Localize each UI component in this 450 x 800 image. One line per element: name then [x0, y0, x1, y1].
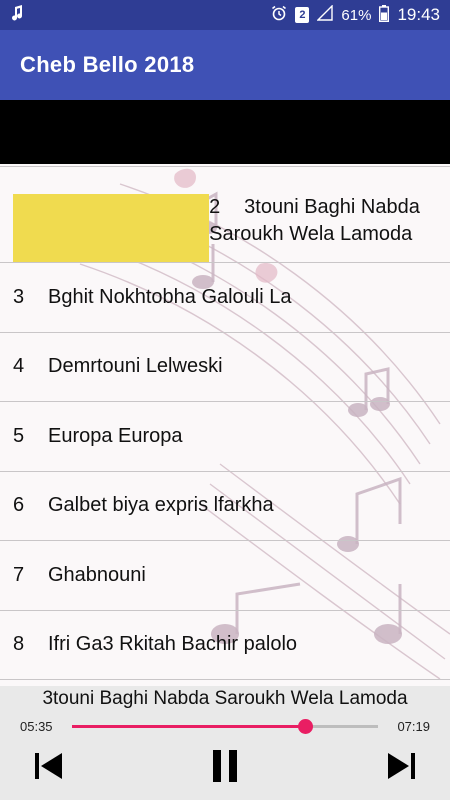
- active-highlight: [13, 194, 210, 262]
- sim-icon: 2: [295, 7, 310, 23]
- seek-bar[interactable]: [72, 719, 378, 734]
- app-bar: Cheb Bello 2018: [0, 30, 450, 100]
- list-item[interactable]: 3 Bghit Nokhtobha Galouli La: [0, 263, 450, 333]
- track-number: 6: [13, 494, 25, 517]
- signal-icon: [316, 4, 334, 25]
- list-item[interactable]: 2 3touni Baghi Nabda Saroukh Wela Lamoda: [0, 166, 450, 263]
- track-number: 5: [13, 424, 25, 447]
- track-number: 3: [13, 285, 25, 308]
- list-item[interactable]: 8 Ifri Ga3 Rkitah Bachir palolo: [0, 611, 450, 680]
- track-title: Europa Europa: [48, 424, 183, 447]
- active-track-text: 2 3touni Baghi Nabda Saroukh Wela Lamoda: [209, 194, 450, 248]
- seek-thumb[interactable]: [298, 719, 314, 734]
- now-playing-title: 3touni Baghi Nabda Saroukh Wela Lamoda: [42, 688, 408, 709]
- track-number: 2: [209, 196, 221, 218]
- list-item[interactable]: 5 Europa Europa: [0, 402, 450, 472]
- battery-level: 61%: [341, 6, 372, 24]
- battery-icon: [379, 4, 390, 26]
- status-time: 19:43: [397, 5, 440, 24]
- previous-button[interactable]: [28, 746, 68, 786]
- music-note-icon: [10, 4, 24, 26]
- list-item[interactable]: 7 Ghabnouni: [0, 541, 450, 611]
- track-list: 2 3touni Baghi Nabda Saroukh Wela Lamoda …: [0, 166, 450, 680]
- pause-button[interactable]: [205, 746, 245, 786]
- track-title: Bghit Nokhtobha Galouli La: [48, 285, 292, 308]
- pause-icon: [213, 750, 237, 782]
- track-title: Ifri Ga3 Rkitah Bachir palolo: [48, 633, 298, 656]
- seek-progress: [72, 725, 306, 728]
- track-title: Ghabnouni: [48, 563, 146, 586]
- status-bar: 2 61% 19:43: [0, 0, 450, 30]
- track-title: Galbet biya expris lfarkha: [48, 494, 274, 517]
- track-number: 4: [13, 355, 25, 378]
- skip-previous-icon: [35, 753, 62, 779]
- alarm-icon: [271, 5, 287, 25]
- skip-next-icon: [388, 753, 415, 779]
- track-number: 8: [13, 633, 25, 656]
- player-panel: 3touni Baghi Nabda Saroukh Wela Lamoda 0…: [0, 686, 450, 800]
- current-time: 05:35: [20, 719, 53, 734]
- track-title: Demrtouni Lelweski: [48, 355, 223, 378]
- app-title: Cheb Bello 2018: [20, 52, 195, 77]
- ad-banner[interactable]: [0, 100, 450, 164]
- total-time: 07:19: [397, 719, 430, 734]
- track-list-area: 2 3touni Baghi Nabda Saroukh Wela Lamoda …: [0, 164, 450, 686]
- track-number: 7: [13, 563, 25, 586]
- list-item[interactable]: 6 Galbet biya expris lfarkha: [0, 472, 450, 541]
- next-button[interactable]: [382, 746, 422, 786]
- list-item[interactable]: 4 Demrtouni Lelweski: [0, 333, 450, 402]
